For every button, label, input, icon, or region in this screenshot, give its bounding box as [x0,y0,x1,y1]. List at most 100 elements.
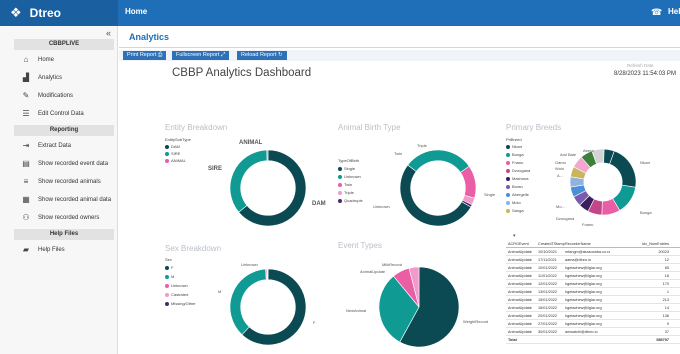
legend-label: Dzoogana [512,168,531,173]
birth-legend-triple[interactable]: Triple [338,190,354,195]
reload-icon: ↻ [278,52,283,58]
breeds-legend-item[interactable]: Molo [506,200,521,205]
sidebar-item-recorded-animal-data[interactable]: ▦ Show recorded animal data [20,195,111,204]
breeds-legend-item[interactable]: Fnanu [506,160,523,165]
pie-slice-sire[interactable] [229,149,268,213]
birth-legend-unknown[interactable]: Unknown [338,174,361,179]
table-header-cell[interactable]: ACRGEvent [506,242,538,246]
legend-dot [506,176,510,181]
sidebar-item-analytics[interactable]: ▟ Analytics [20,73,62,82]
sidebar-item-event-data[interactable]: ▤ Show recorded event data [20,159,108,168]
breeds-label-wolo: Wolo [555,166,565,171]
breeds-label-bonga: Bonga [640,210,652,215]
collapse-sidebar-icon[interactable]: « [106,28,111,38]
legend-dot [338,166,342,171]
entity-legend-animal[interactable]: ANIMAL [165,158,186,163]
sidebar-item-extract-data[interactable]: ⇥ Extract Data [20,141,71,150]
user-menu[interactable]: Hel [668,7,680,16]
pie-slice-nkoni[interactable] [609,150,637,188]
table-cell: AnimalUpdate [508,329,532,334]
table-row[interactable]: AnimalUpdate 30/01/2022 amwatchi@dtreo.io 3… [506,328,680,336]
sidebar-item-recorded-owners[interactable]: ⚇ Show recorded owners [20,213,99,222]
table-row[interactable]: AnimalUpdate 10/01/2022 hgetachew@ilgiar.o… [506,264,680,272]
breeds-legend-item[interactable]: Mashona [506,176,528,181]
table-row[interactable]: AnimalUpdate 10/10/2021 mfangm@akasucaba.c… [506,248,680,256]
sidebar-item-label: Extract Data [38,142,72,149]
table-header-cell[interactable]: Idx_NumEntries [627,242,669,246]
breeds-legend-item[interactable]: Dzoogana [506,168,530,173]
table-row[interactable]: AnimalUpdate 20/01/2022 hgetachew@ilgiar.o… [506,312,680,320]
table-header-cell[interactable]: RecorderName [565,242,627,246]
brand-name: Dtreo [29,6,61,20]
section-header-cbbplive: CBBPLIVE [14,39,114,50]
sidebar-item-recorded-animals[interactable]: ≡ Show recorded animals [20,177,101,186]
breeds-legend-item[interactable]: Nkoni [506,144,522,149]
table-row[interactable]: AnimalUpdate 12/01/2022 hgetachew@ilgiar.o… [506,280,680,288]
entity-breakdown-donut[interactable] [229,149,307,227]
table-row[interactable]: AnimalUpdate 27/01/2022 hgetachew@ilgiar.o… [506,320,680,328]
birth-type-donut[interactable] [399,149,477,227]
event-types-pie[interactable] [378,266,460,348]
table-cell: 27/01/2022 [538,321,558,326]
legend-dot [506,160,510,165]
animals-icon: ≡ [23,177,29,186]
entity-legend-sire[interactable]: SIRE [165,151,180,156]
legend-label: Unknown [171,283,188,288]
brand[interactable]: ❖ Dtreo [0,0,118,26]
table-cell: AnimalUpdate [508,265,532,270]
legend-dot [165,274,169,279]
birth-label-triple: Triple [417,143,427,148]
notification-icon[interactable]: ☎ [651,7,662,17]
legend-dot [506,200,510,205]
pie-slice-twin[interactable] [460,165,477,199]
section-header-help-files: Help Files [14,229,114,240]
sidebar-item-modifications[interactable]: ✎ Modifications [20,91,73,100]
sex-legend-missing-other[interactable]: Missing/Other [165,301,196,306]
birth-label-single: Single [484,192,496,197]
birth-legend-twin[interactable]: Twin [338,182,352,187]
breeds-legend-item[interactable]: Abergelle [506,192,529,197]
sex-legend-unknown[interactable]: Unknown [165,283,188,288]
pie-slice-unknown[interactable] [407,149,470,173]
fullscreen-report-button[interactable]: Fullscreen Report ⤢ [172,51,230,60]
section-header-reporting: Reporting [14,125,114,136]
table-body: AnimalUpdate 10/10/2021 mfangm@akasucaba.c… [506,248,680,336]
table-row[interactable]: AnimalUpdate 15/01/2022 hgetachew@ilgiar.o… [506,296,680,304]
primary-breeds-donut[interactable] [569,148,637,216]
sex-breakdown-donut[interactable] [229,268,307,346]
event-label-animalupdate: AnimalUpdate [360,269,386,274]
birth-legend-quadruple[interactable]: Quadruple [338,198,363,203]
print-report-button[interactable]: Print Report ⎙ [123,51,167,60]
legend-label: Boran [512,184,523,189]
sex-legend-castrated[interactable]: Castrated [165,292,188,297]
sidebar-item-label: Show recorded event data [38,160,109,167]
table-row[interactable]: AnimalUpdate 16/01/2022 hgetachew@ilgiar.o… [506,304,680,312]
sidebar-item-home[interactable]: ⌂ Home [20,55,54,64]
pie-slice-m[interactable] [229,268,267,336]
reload-report-button[interactable]: Reload Report ↻ [237,51,287,60]
table-row[interactable]: AnimalUpdate 11/01/2022 hgetachew@ilgiar.o… [506,272,680,280]
table-cell: AnimalUpdate [508,297,532,302]
table-header-cell[interactable]: CreatedTStamp [538,242,565,246]
chevron-down-icon[interactable]: ▾ [513,233,516,239]
sidebar-item-label: Modifications [38,92,74,99]
sex-legend-f[interactable]: F [165,265,173,270]
pie-slice-single[interactable] [399,164,472,227]
top-home-link[interactable]: Home [125,7,147,16]
sidebar-item-edit-control-data[interactable]: ☰ Edit Control Data [20,109,83,118]
birth-legend-single[interactable]: Single [338,166,355,171]
breeds-legend-item[interactable]: Boran [506,184,523,189]
table-row[interactable]: AnimalUpdate 17/11/2021 aama@dtreo.io 12 [506,256,680,264]
pie-slice-animal[interactable] [266,149,269,161]
table-cell: 170 [662,281,669,286]
breeds-legend-item[interactable]: Sanga [506,208,524,213]
top-bar: ❖ Dtreo Home ☎ Hel [0,0,680,26]
legend-dot [338,190,342,195]
sex-legend-m[interactable]: M [165,274,174,279]
sidebar-item-help-files[interactable]: ▰ Help Files [20,245,65,254]
table-cell: mfangm@akasucaba.co.rz [565,249,611,254]
entity-legend-dam[interactable]: DAM [165,144,180,149]
legend-label: Unknown [344,174,361,179]
table-row[interactable]: AnimalUpdate 13/01/2022 hgetachew@ilgiar.o… [506,288,680,296]
breeds-legend-item[interactable]: Bonga [506,152,524,157]
